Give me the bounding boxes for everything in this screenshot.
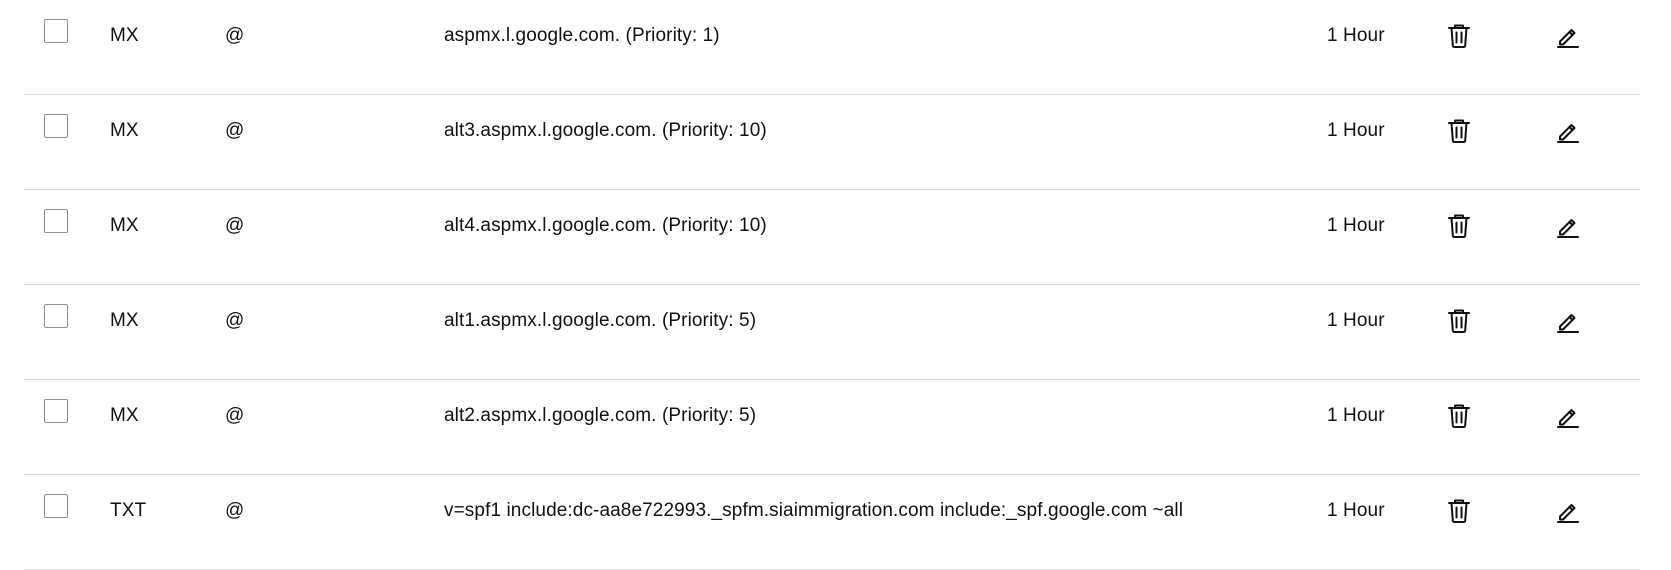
- edit-button[interactable]: [1554, 402, 1582, 430]
- trash-icon: [1447, 23, 1471, 49]
- table-row: MX @ aspmx.l.google.com. (Priority: 1) 1…: [24, 0, 1640, 95]
- record-type: TXT: [110, 500, 147, 521]
- record-type: MX: [110, 25, 139, 46]
- trash-icon: [1447, 308, 1471, 334]
- record-value: alt1.aspmx.l.google.com. (Priority: 5): [444, 310, 757, 331]
- trash-icon: [1447, 403, 1471, 429]
- record-type: MX: [110, 120, 139, 141]
- edit-button[interactable]: [1554, 307, 1582, 335]
- record-name: @: [225, 310, 245, 331]
- trash-icon: [1447, 498, 1471, 524]
- record-type: MX: [110, 405, 139, 426]
- record-name: @: [225, 405, 245, 426]
- record-name: @: [225, 25, 245, 46]
- row-select-checkbox[interactable]: [44, 399, 68, 423]
- edit-button[interactable]: [1554, 22, 1582, 50]
- table-row: MX @ alt2.aspmx.l.google.com. (Priority:…: [24, 380, 1640, 475]
- record-value: v=spf1 include:dc-aa8e722993._spfm.siaim…: [444, 500, 1184, 521]
- table-row: MX @ alt4.aspmx.l.google.com. (Priority:…: [24, 190, 1640, 285]
- delete-button[interactable]: [1445, 402, 1473, 430]
- pencil-icon: [1556, 499, 1580, 523]
- delete-button[interactable]: [1445, 117, 1473, 145]
- pencil-icon: [1556, 404, 1580, 428]
- record-value: aspmx.l.google.com. (Priority: 1): [444, 25, 720, 46]
- delete-button[interactable]: [1445, 497, 1473, 525]
- record-value: alt4.aspmx.l.google.com. (Priority: 10): [444, 215, 767, 236]
- record-ttl: 1 Hour: [1327, 310, 1385, 331]
- record-name: @: [225, 215, 245, 236]
- trash-icon: [1447, 118, 1471, 144]
- pencil-icon: [1556, 24, 1580, 48]
- row-select-checkbox[interactable]: [44, 114, 68, 138]
- row-select-checkbox[interactable]: [44, 19, 68, 43]
- delete-button[interactable]: [1445, 212, 1473, 240]
- record-value: alt2.aspmx.l.google.com. (Priority: 5): [444, 405, 757, 426]
- record-ttl: 1 Hour: [1327, 500, 1385, 521]
- edit-button[interactable]: [1554, 497, 1582, 525]
- record-type: MX: [110, 215, 139, 236]
- record-name: @: [225, 500, 245, 521]
- record-type: MX: [110, 310, 139, 331]
- edit-button[interactable]: [1554, 212, 1582, 240]
- row-select-checkbox[interactable]: [44, 494, 68, 518]
- pencil-icon: [1556, 309, 1580, 333]
- table-row: TXT @ v=spf1 include:dc-aa8e722993._spfm…: [24, 475, 1640, 570]
- table-row: MX @ alt3.aspmx.l.google.com. (Priority:…: [24, 95, 1640, 190]
- row-select-checkbox[interactable]: [44, 209, 68, 233]
- dns-records-table: MX @ aspmx.l.google.com. (Priority: 1) 1…: [24, 0, 1640, 570]
- record-ttl: 1 Hour: [1327, 405, 1385, 426]
- edit-button[interactable]: [1554, 117, 1582, 145]
- pencil-icon: [1556, 214, 1580, 238]
- delete-button[interactable]: [1445, 22, 1473, 50]
- record-name: @: [225, 120, 245, 141]
- record-ttl: 1 Hour: [1327, 25, 1385, 46]
- table-row: MX @ alt1.aspmx.l.google.com. (Priority:…: [24, 285, 1640, 380]
- record-value: alt3.aspmx.l.google.com. (Priority: 10): [444, 120, 767, 141]
- trash-icon: [1447, 213, 1471, 239]
- row-select-checkbox[interactable]: [44, 304, 68, 328]
- record-ttl: 1 Hour: [1327, 120, 1385, 141]
- pencil-icon: [1556, 119, 1580, 143]
- delete-button[interactable]: [1445, 307, 1473, 335]
- record-ttl: 1 Hour: [1327, 215, 1385, 236]
